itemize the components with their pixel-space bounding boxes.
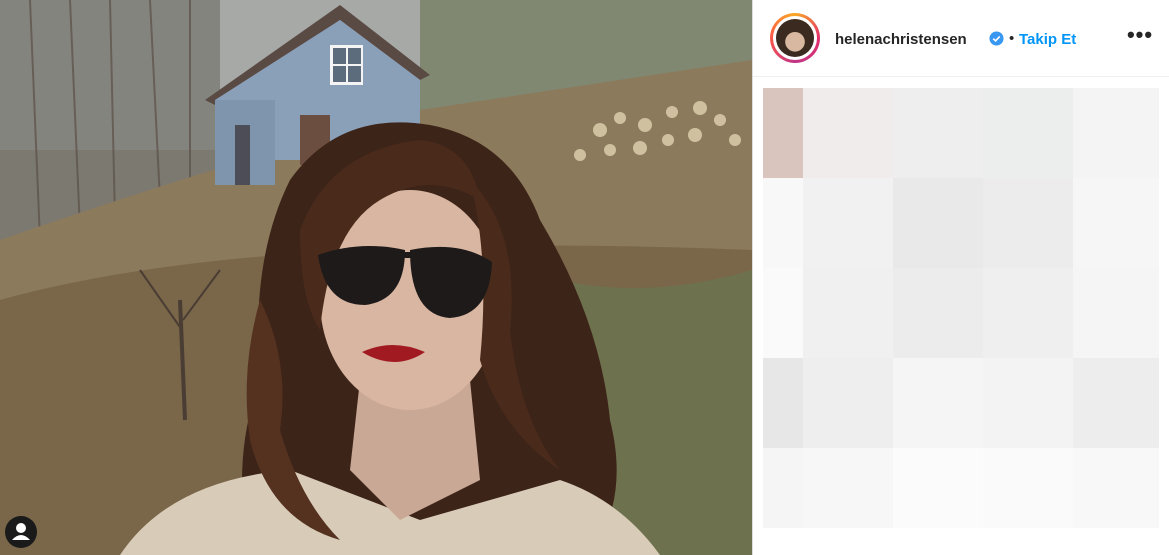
post-header: helenachristensen • Takip Et ••• [753, 0, 1169, 77]
username-link[interactable]: helenachristensen [835, 31, 967, 48]
blurred-comments-area [763, 88, 1159, 528]
photo-illustration [0, 0, 752, 555]
more-horizontal-icon[interactable]: ••• [1125, 22, 1155, 52]
user-tag-icon[interactable] [5, 516, 37, 548]
post-sidebar: helenachristensen • Takip Et ••• [753, 0, 1169, 555]
follow-button[interactable]: Takip Et [1019, 31, 1076, 48]
post-photo[interactable] [0, 0, 752, 555]
avatar-image [776, 19, 814, 57]
verified-badge-icon [989, 31, 1004, 46]
instagram-post: helenachristensen • Takip Et ••• [0, 0, 1169, 555]
avatar[interactable] [770, 13, 820, 63]
user-silhouette [12, 523, 30, 540]
separator-dot: • [1009, 30, 1015, 47]
avatar-frame [773, 16, 817, 60]
